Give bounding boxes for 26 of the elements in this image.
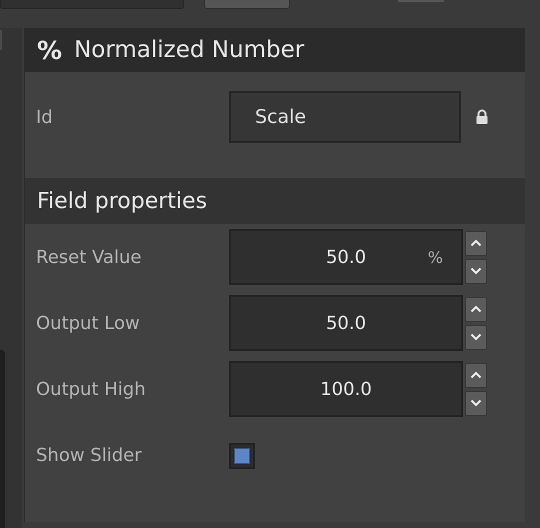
chevron-up-icon <box>470 305 482 313</box>
chevron-up-icon <box>470 371 482 379</box>
field-label: Show Slider <box>36 444 143 466</box>
increment-button[interactable] <box>465 296 487 322</box>
chevron-down-icon <box>470 333 482 341</box>
field-label: Output Low <box>36 312 141 334</box>
number-field[interactable]: 50.0 % <box>229 229 463 285</box>
decrement-button[interactable] <box>465 390 487 416</box>
section-title: Field properties <box>37 188 208 214</box>
increment-button[interactable] <box>465 230 487 256</box>
number-field[interactable]: 50.0 <box>229 295 463 351</box>
percent-icon: % <box>37 36 62 64</box>
field-label: Id <box>36 106 54 128</box>
chevron-up-icon <box>470 239 482 247</box>
field-label: Output High <box>36 378 147 400</box>
increment-button[interactable] <box>465 362 487 388</box>
decrement-button[interactable] <box>465 324 487 350</box>
number-field[interactable]: 100.0 <box>229 361 463 417</box>
checkbox[interactable] <box>229 443 255 469</box>
field-label: Reset Value <box>36 246 142 268</box>
decrement-button[interactable] <box>465 258 487 284</box>
chevron-down-icon <box>470 267 482 275</box>
id-field[interactable]: Scale <box>229 91 461 143</box>
panel-title: Normalized Number <box>74 37 304 63</box>
unit-label: % <box>428 248 443 266</box>
chevron-down-icon <box>470 399 482 407</box>
